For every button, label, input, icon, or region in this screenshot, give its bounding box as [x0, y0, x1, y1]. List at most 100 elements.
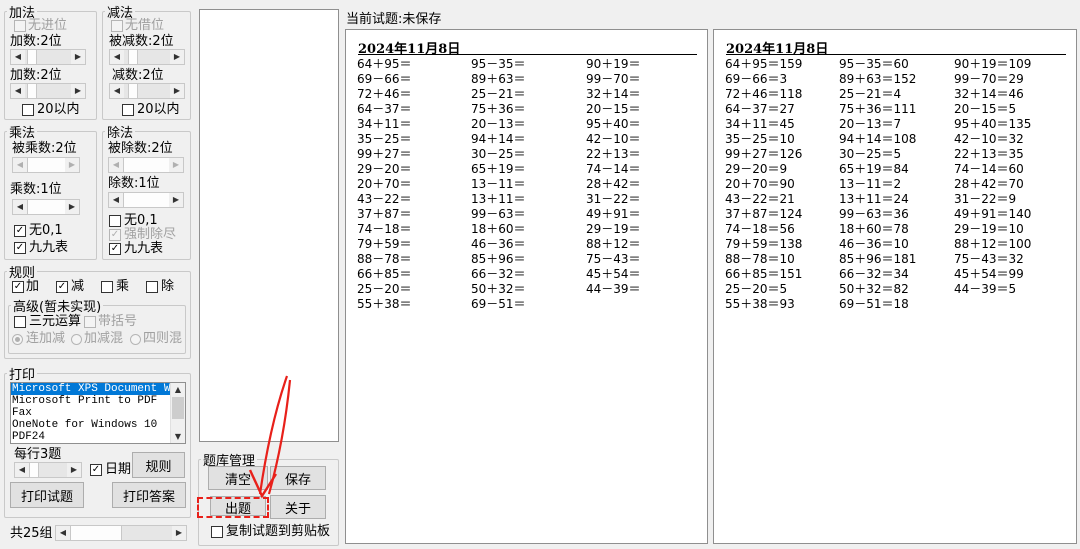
- answer-item: 30－25＝5: [839, 147, 902, 161]
- printer-list[interactable]: Microsoft XPS Document WriterMicrosoft P…: [10, 382, 186, 444]
- no-borrow-checkbox[interactable]: [111, 20, 123, 32]
- answer-item: 13－11＝2: [839, 177, 902, 191]
- scroll-left-icon[interactable]: ◀: [13, 158, 27, 172]
- scroll-left-icon[interactable]: ◀: [109, 193, 123, 207]
- sub-within20-checkbox[interactable]: [122, 104, 134, 116]
- scroll-right-icon[interactable]: ▶: [65, 200, 79, 214]
- force-exact-checkbox[interactable]: ✓: [109, 229, 121, 241]
- divisor-slider[interactable]: ◀ ▶: [108, 192, 184, 208]
- scroll-right-icon[interactable]: ▶: [71, 50, 85, 64]
- scroll-right-icon[interactable]: ▶: [169, 193, 183, 207]
- scroll-right-icon[interactable]: ▶: [65, 158, 79, 172]
- answer-item: 66－32＝34: [839, 267, 909, 281]
- subtrahend-slider[interactable]: ◀ ▶: [109, 83, 185, 99]
- rule-add-checkbox[interactable]: ✓: [12, 281, 24, 293]
- multiplier-slider[interactable]: ◀ ▶: [12, 199, 80, 215]
- slider-thumb[interactable]: [128, 50, 138, 64]
- scroll-right-icon[interactable]: ▶: [170, 84, 184, 98]
- scroll-left-icon[interactable]: ◀: [56, 526, 70, 540]
- print-questions-button[interactable]: 打印试题: [10, 482, 84, 508]
- mul-times-table-checkbox[interactable]: ✓: [14, 242, 26, 254]
- scroll-down-icon[interactable]: ▼: [171, 430, 185, 443]
- minuend-slider[interactable]: ◀ ▶: [109, 49, 185, 65]
- scroll-right-icon[interactable]: ▶: [170, 50, 184, 64]
- scroll-up-icon[interactable]: ▲: [171, 383, 185, 396]
- subtrahend-label: 减数:2位: [112, 68, 164, 83]
- slider-thumb[interactable]: [70, 526, 122, 540]
- printer-option[interactable]: PDF24: [11, 431, 170, 443]
- scrollbar-thumb[interactable]: [172, 397, 184, 419]
- question-item: 32＋14＝: [586, 87, 641, 101]
- printer-option[interactable]: Microsoft Print to PDF: [11, 395, 170, 407]
- slider-thumb[interactable]: [27, 158, 67, 172]
- printer-option[interactable]: OneNote for Windows 10: [11, 419, 170, 431]
- addend1-slider[interactable]: ◀ ▶: [10, 49, 86, 65]
- dividend-slider[interactable]: ◀ ▶: [108, 157, 184, 173]
- answer-item: 64－37＝27: [725, 102, 795, 116]
- question-item: 13＋11＝: [471, 192, 526, 206]
- div-no01-checkbox[interactable]: [109, 215, 121, 227]
- printer-option[interactable]: Microsoft XPS Document Writer: [11, 383, 170, 395]
- brackets-label: 带括号: [98, 314, 138, 329]
- question-item: 66－32＝: [471, 267, 526, 281]
- scroll-right-icon[interactable]: ▶: [71, 84, 85, 98]
- addend2-slider[interactable]: ◀ ▶: [10, 83, 86, 99]
- printer-list-scrollbar[interactable]: ▲ ▼: [170, 383, 185, 443]
- question-item: 31－22＝: [586, 192, 641, 206]
- slider-thumb[interactable]: [123, 193, 171, 207]
- rule-div-checkbox[interactable]: [146, 281, 158, 293]
- groups-slider[interactable]: ◀ ▶: [55, 525, 187, 541]
- slider-thumb[interactable]: [128, 84, 138, 98]
- scroll-right-icon[interactable]: ▶: [67, 463, 81, 477]
- answer-item: 99－70＝29: [954, 72, 1024, 86]
- rule-mul-checkbox[interactable]: [101, 281, 113, 293]
- scroll-left-icon[interactable]: ◀: [15, 463, 29, 477]
- question-item: 29－20＝: [357, 162, 412, 176]
- multiplicand-slider[interactable]: ◀ ▶: [12, 157, 80, 173]
- div-times-table-checkbox[interactable]: ✓: [109, 243, 121, 255]
- groups-label: 共25组: [10, 526, 53, 541]
- question-item: 37＋87＝: [357, 207, 412, 221]
- no-carry-checkbox[interactable]: [14, 20, 26, 32]
- slider-thumb[interactable]: [29, 463, 39, 477]
- question-item: 74－18＝: [357, 222, 412, 236]
- mixed-add-sub-label: 加减混: [84, 331, 124, 346]
- scroll-left-icon[interactable]: ◀: [11, 84, 25, 98]
- scroll-left-icon[interactable]: ◀: [110, 50, 124, 64]
- rule-sub-checkbox[interactable]: ✓: [56, 281, 68, 293]
- slider-thumb[interactable]: [27, 84, 37, 98]
- brackets-checkbox[interactable]: [84, 316, 96, 328]
- scroll-left-icon[interactable]: ◀: [109, 158, 123, 172]
- slider-thumb[interactable]: [27, 200, 67, 214]
- division-title: 除法: [107, 126, 134, 141]
- answer-item: 95－35＝60: [839, 57, 909, 71]
- question-item: 99＋27＝: [357, 147, 412, 161]
- mixed-add-sub-radio[interactable]: [71, 334, 82, 345]
- slider-thumb[interactable]: [27, 50, 37, 64]
- four-ops-radio[interactable]: [130, 334, 141, 345]
- add-within20-checkbox[interactable]: [22, 104, 34, 116]
- scroll-left-icon[interactable]: ◀: [11, 50, 25, 64]
- copy-to-clipboard-checkbox[interactable]: [211, 526, 223, 538]
- scroll-right-icon[interactable]: ▶: [169, 158, 183, 172]
- scroll-right-icon[interactable]: ▶: [172, 526, 186, 540]
- slider-thumb[interactable]: [123, 158, 171, 172]
- printer-option[interactable]: Fax: [11, 407, 170, 419]
- answer-item: 22＋13＝35: [954, 147, 1024, 161]
- answer-item: 79＋59＝138: [725, 237, 803, 251]
- question-item: 13－11＝: [471, 177, 526, 191]
- answer-item: 69－51＝18: [839, 297, 909, 311]
- per-row-slider[interactable]: ◀ ▶: [14, 462, 82, 478]
- answer-item: 46－36＝10: [839, 237, 909, 251]
- mul-no01-checkbox[interactable]: ✓: [14, 225, 26, 237]
- scroll-left-icon[interactable]: ◀: [110, 84, 124, 98]
- chain-add-sub-radio[interactable]: [12, 334, 23, 345]
- date-checkbox[interactable]: ✓: [90, 464, 102, 476]
- question-item: 34＋11＝: [357, 117, 412, 131]
- rule-add-label: 加: [26, 279, 40, 294]
- ternary-checkbox[interactable]: [14, 316, 26, 328]
- scroll-left-icon[interactable]: ◀: [13, 200, 27, 214]
- rules-button[interactable]: 规则: [132, 452, 185, 478]
- addend1-label: 加数:2位: [10, 34, 62, 49]
- print-answers-button[interactable]: 打印答案: [112, 482, 186, 508]
